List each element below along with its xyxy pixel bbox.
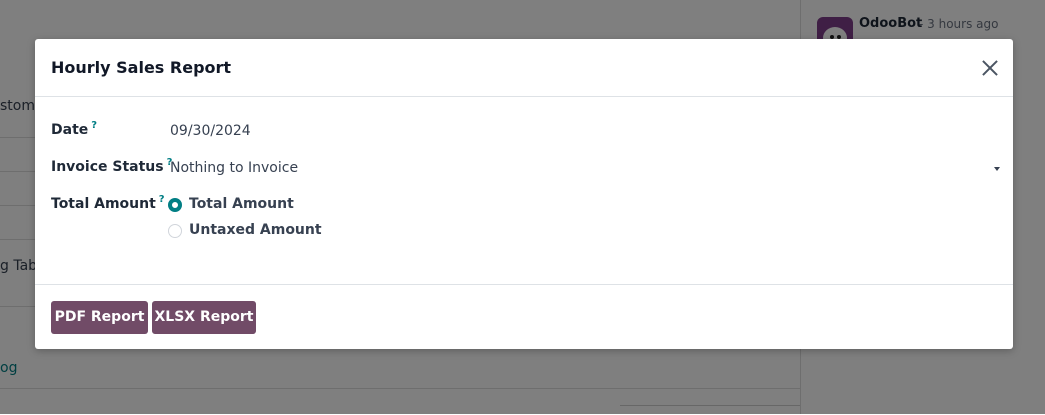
radio-button-checked[interactable] (168, 198, 182, 212)
xlsx-report-button[interactable]: XLSX Report (152, 301, 256, 334)
invoice-status-select[interactable]: Nothing to Invoice (170, 159, 1000, 181)
invoice-status-label: Invoice Status? (51, 157, 172, 175)
dialog-title: Hourly Sales Report (51, 58, 232, 77)
date-label: Date? (51, 120, 97, 138)
invoice-status-value: Nothing to Invoice (170, 160, 299, 176)
date-label-text: Date (51, 122, 89, 138)
invoice-status-label-text: Invoice Status (51, 159, 164, 175)
help-icon[interactable]: ? (159, 194, 165, 205)
dialog-footer: PDF Report XLSX Report (35, 284, 1013, 350)
total-amount-label: Total Amount? (51, 194, 165, 212)
caret-down-icon (994, 167, 1000, 171)
dialog-header: Hourly Sales Report (35, 39, 1013, 97)
radio-label[interactable]: Total Amount (189, 196, 294, 212)
total-amount-label-text: Total Amount (51, 196, 156, 212)
close-icon[interactable] (979, 57, 1001, 79)
radio-label[interactable]: Untaxed Amount (189, 222, 322, 238)
hourly-sales-report-dialog: Hourly Sales Report Date? 09/30/2024 Inv… (35, 39, 1013, 349)
date-field[interactable]: 09/30/2024 (170, 123, 251, 139)
radio-button[interactable] (168, 224, 182, 238)
pdf-report-button[interactable]: PDF Report (51, 301, 148, 334)
help-icon[interactable]: ? (91, 120, 97, 131)
